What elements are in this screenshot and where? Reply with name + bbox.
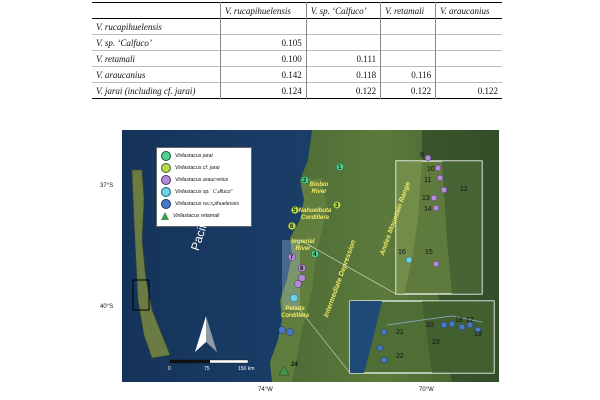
table-cell — [435, 34, 502, 51]
table-cell: 0.111 — [305, 50, 381, 67]
svg-text:12: 12 — [460, 186, 468, 193]
table-cell: 0.142 — [220, 66, 307, 83]
circle-icon — [161, 151, 171, 161]
site-marker-cluster — [298, 274, 306, 282]
table-cell — [305, 18, 381, 35]
table-cell — [220, 18, 307, 35]
row-label: V. araucanius — [96, 69, 146, 80]
svg-text:21: 21 — [396, 329, 404, 336]
svg-text:10: 10 — [427, 166, 435, 173]
circle-icon — [161, 175, 171, 185]
svg-text:22: 22 — [396, 353, 404, 360]
svg-text:16: 16 — [398, 249, 406, 256]
table-cell: 0.122 — [305, 82, 381, 99]
site-marker-rucapihuelensis — [286, 328, 294, 336]
table-row: V. sp. ‘Calfuco’ 0.105 — [92, 34, 502, 51]
table-header-cell: V. sp. ‘Calfuco’ — [305, 2, 381, 19]
svg-text:9: 9 — [420, 152, 424, 159]
table-cell — [380, 50, 436, 67]
table-header-cell: V. retamali — [380, 2, 436, 19]
longitude-label-70: 70°W — [419, 387, 434, 393]
svg-text:17: 17 — [466, 317, 474, 324]
nahuelbuta-label: Nahuelbuta Cordillera — [298, 208, 332, 221]
table-cell — [380, 18, 436, 35]
table-header-row: V. rucapihuelensis V. sp. ‘Calfuco’ V. r… — [92, 2, 502, 19]
svg-text:20: 20 — [426, 322, 434, 329]
table-cell: 0.122 — [380, 82, 436, 99]
row-label: V. jarai (including cf. jarai) — [96, 85, 196, 96]
table-cell — [435, 50, 502, 67]
row-label: V. retamali — [96, 53, 136, 64]
table-cell: 0.118 — [305, 66, 381, 83]
latitude-label-37: 37°S — [100, 183, 114, 189]
table-row: V. rucapihuelensis — [92, 18, 502, 35]
latitude-label-40: 40°S — [100, 304, 114, 310]
legend-label: Virilastacus cf. jarai — [175, 165, 220, 171]
circle-icon — [161, 199, 171, 209]
row-label: V. rucapihuelensis — [96, 21, 162, 32]
legend-label: Virilastacus jarai — [175, 153, 213, 159]
scale-tick-75: 75 — [204, 366, 210, 372]
table-cell — [380, 34, 436, 51]
legend-item: Virilastacus cf. jarai — [161, 163, 220, 173]
table-cell: 0.122 — [435, 82, 502, 99]
pelada-label: Pelada Cordillera — [280, 306, 309, 319]
scale-tick-150: 150 km — [238, 366, 255, 372]
table-row: V. araucanius 0.142 0.118 0.116 — [92, 66, 502, 83]
circle-icon — [161, 187, 171, 197]
legend-item: Virilastacus jarai — [161, 151, 213, 161]
circle-icon — [161, 163, 171, 173]
genetic-distance-table: V. rucapihuelensis V. sp. ‘Calfuco’ V. r… — [92, 2, 502, 99]
svg-text:11: 11 — [424, 177, 431, 184]
svg-text:13: 13 — [422, 195, 430, 202]
table-cell — [435, 66, 502, 83]
site-marker-cluster — [294, 280, 302, 288]
svg-text:23: 23 — [432, 339, 440, 346]
table-row: V. retamali 0.100 0.111 — [92, 50, 502, 67]
site-marker-calfuco — [289, 293, 299, 303]
svg-text:24: 24 — [291, 362, 298, 368]
svg-text:19: 19 — [474, 331, 482, 338]
imperial-river-label: Imperial River — [291, 239, 315, 252]
svg-text:14: 14 — [424, 206, 432, 213]
table-cell: 0.116 — [380, 66, 436, 83]
table-cell — [435, 18, 502, 35]
table-cell: 0.124 — [220, 82, 307, 99]
legend-label: Virilastacus sp. “Calfuco” — [175, 189, 233, 195]
longitude-label-74: 74°W — [258, 387, 273, 393]
table-cell — [305, 34, 381, 51]
table-row: V. jarai (including cf. jarai) 0.124 0.1… — [92, 82, 502, 99]
svg-text:15: 15 — [425, 249, 433, 256]
inset-map-south — [349, 300, 495, 374]
triangle-icon — [161, 212, 169, 220]
svg-text:18: 18 — [455, 317, 463, 324]
scale-bar — [169, 359, 249, 364]
table-header-cell: V. rucapihuelensis — [220, 2, 307, 19]
study-area-map: 1 2 3 4 5 6 7 8 24 9 10 11 12 13 14 15 1… — [122, 130, 499, 382]
biobio-river-label: Biobío River — [309, 182, 329, 195]
table-header-cell: V. araucanius — [435, 2, 502, 19]
table-header-cell — [92, 3, 221, 19]
scale-tick-0: 0 — [168, 366, 171, 372]
site-marker-rucapihuelensis — [278, 326, 286, 334]
table-cell: 0.105 — [220, 34, 307, 51]
table-cell: 0.100 — [220, 50, 307, 67]
row-label: V. sp. ‘Calfuco’ — [96, 37, 152, 48]
